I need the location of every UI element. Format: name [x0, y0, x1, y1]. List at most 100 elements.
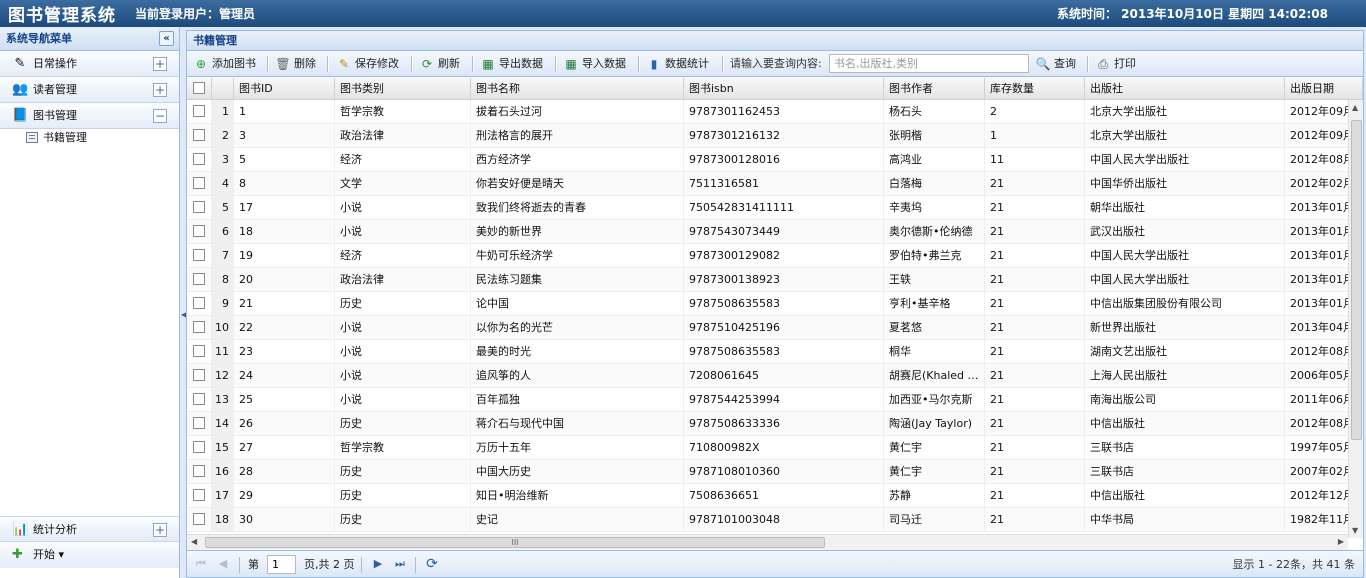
- cell-category[interactable]: 政治法律: [335, 124, 471, 147]
- cell-publisher[interactable]: 中国华侨出版社: [1085, 172, 1285, 195]
- cell-stock[interactable]: 11: [985, 148, 1085, 171]
- cell-publisher[interactable]: 武汉出版社: [1085, 220, 1285, 243]
- cell-name[interactable]: 致我们终将逝去的青春: [471, 196, 684, 219]
- prev-page-icon[interactable]: ◀: [215, 556, 231, 572]
- cell-publisher[interactable]: 中华书局: [1085, 508, 1285, 531]
- cell-publisher[interactable]: 湖南文艺出版社: [1085, 340, 1285, 363]
- cell-category[interactable]: 小说: [335, 340, 471, 363]
- sidebar-item-daily[interactable]: ✎ 日常操作 +: [0, 51, 179, 77]
- sidebar-item-statistics[interactable]: 📊 统计分析 +: [0, 516, 179, 542]
- table-row[interactable]: 8 20 政治法律 民法练习题集 9787300138923 王轶 21 中国人民大学出版社 2…: [187, 268, 1363, 292]
- cell-author[interactable]: 胡赛尼(Khaled Hosseini): [884, 364, 985, 387]
- cell-isbn[interactable]: 9787101003048: [684, 508, 884, 531]
- cell-author[interactable]: 黄仁宇: [884, 436, 985, 459]
- row-checkbox[interactable]: [187, 436, 212, 459]
- cell-id[interactable]: 27: [234, 436, 335, 459]
- cell-author[interactable]: 王轶: [884, 268, 985, 291]
- cell-name[interactable]: 中国大历史: [471, 460, 684, 483]
- cell-author[interactable]: 桐华: [884, 340, 985, 363]
- column-header-stock[interactable]: 库存数量: [985, 78, 1085, 99]
- cell-author[interactable]: 奥尔德斯•伦纳德: [884, 220, 985, 243]
- cell-author[interactable]: 司马迁: [884, 508, 985, 531]
- cell-publisher[interactable]: 中国人民大学出版社: [1085, 244, 1285, 267]
- cell-isbn[interactable]: 9787108010360: [684, 460, 884, 483]
- cell-isbn[interactable]: 7208061645: [684, 364, 884, 387]
- cell-publisher[interactable]: 北京大学出版社: [1085, 124, 1285, 147]
- cell-id[interactable]: 30: [234, 508, 335, 531]
- cell-publisher[interactable]: 中国人民大学出版社: [1085, 148, 1285, 171]
- select-all-checkbox[interactable]: [187, 78, 212, 99]
- cell-category[interactable]: 历史: [335, 508, 471, 531]
- cell-name[interactable]: 史记: [471, 508, 684, 531]
- cell-name[interactable]: 牛奶可乐经济学: [471, 244, 684, 267]
- table-row[interactable]: 3 5 经济 西方经济学 9787300128016 高鸿业 11 中国人民大学出版社 2012…: [187, 148, 1363, 172]
- row-checkbox[interactable]: [187, 148, 212, 171]
- cell-isbn[interactable]: 710800982X: [684, 436, 884, 459]
- cell-id[interactable]: 17: [234, 196, 335, 219]
- cell-category[interactable]: 历史: [335, 292, 471, 315]
- cell-name[interactable]: 蒋介石与现代中国: [471, 412, 684, 435]
- row-checkbox[interactable]: [187, 196, 212, 219]
- query-button[interactable]: 🔍 查询: [1035, 55, 1076, 73]
- print-button[interactable]: ⎙ 打印: [1095, 55, 1136, 73]
- row-checkbox[interactable]: [187, 340, 212, 363]
- table-row[interactable]: 13 25 小说 百年孤独 9787544253994 加西亚•马尔克斯 21 南海出版公司 2…: [187, 388, 1363, 412]
- scroll-down-icon[interactable]: ▼: [1352, 526, 1358, 535]
- delete-button[interactable]: 🗑 删除: [275, 55, 316, 73]
- expand-icon[interactable]: +: [153, 523, 167, 537]
- cell-author[interactable]: 加西亚•马尔克斯: [884, 388, 985, 411]
- horizontal-scrollbar[interactable]: ◀ III ▶: [187, 534, 1348, 550]
- cell-id[interactable]: 26: [234, 412, 335, 435]
- table-row[interactable]: 14 26 历史 蒋介石与现代中国 9787508633336 陶涵(Jay Taylor…: [187, 412, 1363, 436]
- collapse-sidebar-icon[interactable]: «: [159, 31, 174, 46]
- cell-author[interactable]: 张明楷: [884, 124, 985, 147]
- cell-name[interactable]: 百年孤独: [471, 388, 684, 411]
- cell-category[interactable]: 经济: [335, 148, 471, 171]
- sidebar-item-books[interactable]: 📘 图书管理 −: [0, 103, 179, 129]
- add-book-button[interactable]: ⊕ 添加图书: [193, 55, 256, 73]
- refresh-button[interactable]: ⟳ 刷新: [419, 55, 460, 73]
- cell-id[interactable]: 23: [234, 340, 335, 363]
- cell-stock[interactable]: 2: [985, 100, 1085, 123]
- table-row[interactable]: 10 22 小说 以你为名的光芒 9787510425196 夏茗悠 21 新世界出版社 201…: [187, 316, 1363, 340]
- cell-author[interactable]: 杨石头: [884, 100, 985, 123]
- cell-id[interactable]: 1: [234, 100, 335, 123]
- cell-isbn[interactable]: 9787510425196: [684, 316, 884, 339]
- column-header-publisher[interactable]: 出版社: [1085, 78, 1285, 99]
- cell-stock[interactable]: 21: [985, 460, 1085, 483]
- cell-id[interactable]: 20: [234, 268, 335, 291]
- cell-category[interactable]: 历史: [335, 460, 471, 483]
- cell-author[interactable]: 高鸿业: [884, 148, 985, 171]
- cell-isbn[interactable]: 9787508635583: [684, 292, 884, 315]
- cell-id[interactable]: 3: [234, 124, 335, 147]
- cell-publisher[interactable]: 南海出版公司: [1085, 388, 1285, 411]
- column-header-publish-date[interactable]: 出版日期: [1285, 78, 1363, 99]
- cell-publisher[interactable]: 中信出版社: [1085, 484, 1285, 507]
- row-checkbox[interactable]: [187, 172, 212, 195]
- row-checkbox[interactable]: [187, 316, 212, 339]
- cell-id[interactable]: 29: [234, 484, 335, 507]
- cell-author[interactable]: 罗伯特•弗兰克: [884, 244, 985, 267]
- row-checkbox[interactable]: [187, 508, 212, 531]
- data-statistics-button[interactable]: ▮ 数据统计: [646, 55, 709, 73]
- cell-isbn[interactable]: 7508636651: [684, 484, 884, 507]
- row-checkbox[interactable]: [187, 484, 212, 507]
- cell-isbn[interactable]: 9787508635583: [684, 340, 884, 363]
- row-checkbox[interactable]: [187, 268, 212, 291]
- cell-category[interactable]: 小说: [335, 388, 471, 411]
- cell-stock[interactable]: 21: [985, 172, 1085, 195]
- cell-category[interactable]: 文学: [335, 172, 471, 195]
- cell-stock[interactable]: 21: [985, 388, 1085, 411]
- scroll-left-icon[interactable]: ◀: [191, 537, 197, 546]
- cell-id[interactable]: 5: [234, 148, 335, 171]
- table-row[interactable]: 17 29 历史 知日•明治维新 7508636651 苏静 21 中信出版社 2012年12月: [187, 484, 1363, 508]
- column-header-id[interactable]: 图书ID: [234, 78, 335, 99]
- cell-stock[interactable]: 1: [985, 124, 1085, 147]
- cell-author[interactable]: 苏静: [884, 484, 985, 507]
- cell-isbn[interactable]: 9787508633336: [684, 412, 884, 435]
- cell-category[interactable]: 小说: [335, 364, 471, 387]
- cell-isbn[interactable]: 9787300138923: [684, 268, 884, 291]
- cell-name[interactable]: 最美的时光: [471, 340, 684, 363]
- cell-name[interactable]: 拔着石头过河: [471, 100, 684, 123]
- table-row[interactable]: 18 30 历史 史记 9787101003048 司马迁 21 中华书局 1982年11月: [187, 508, 1363, 532]
